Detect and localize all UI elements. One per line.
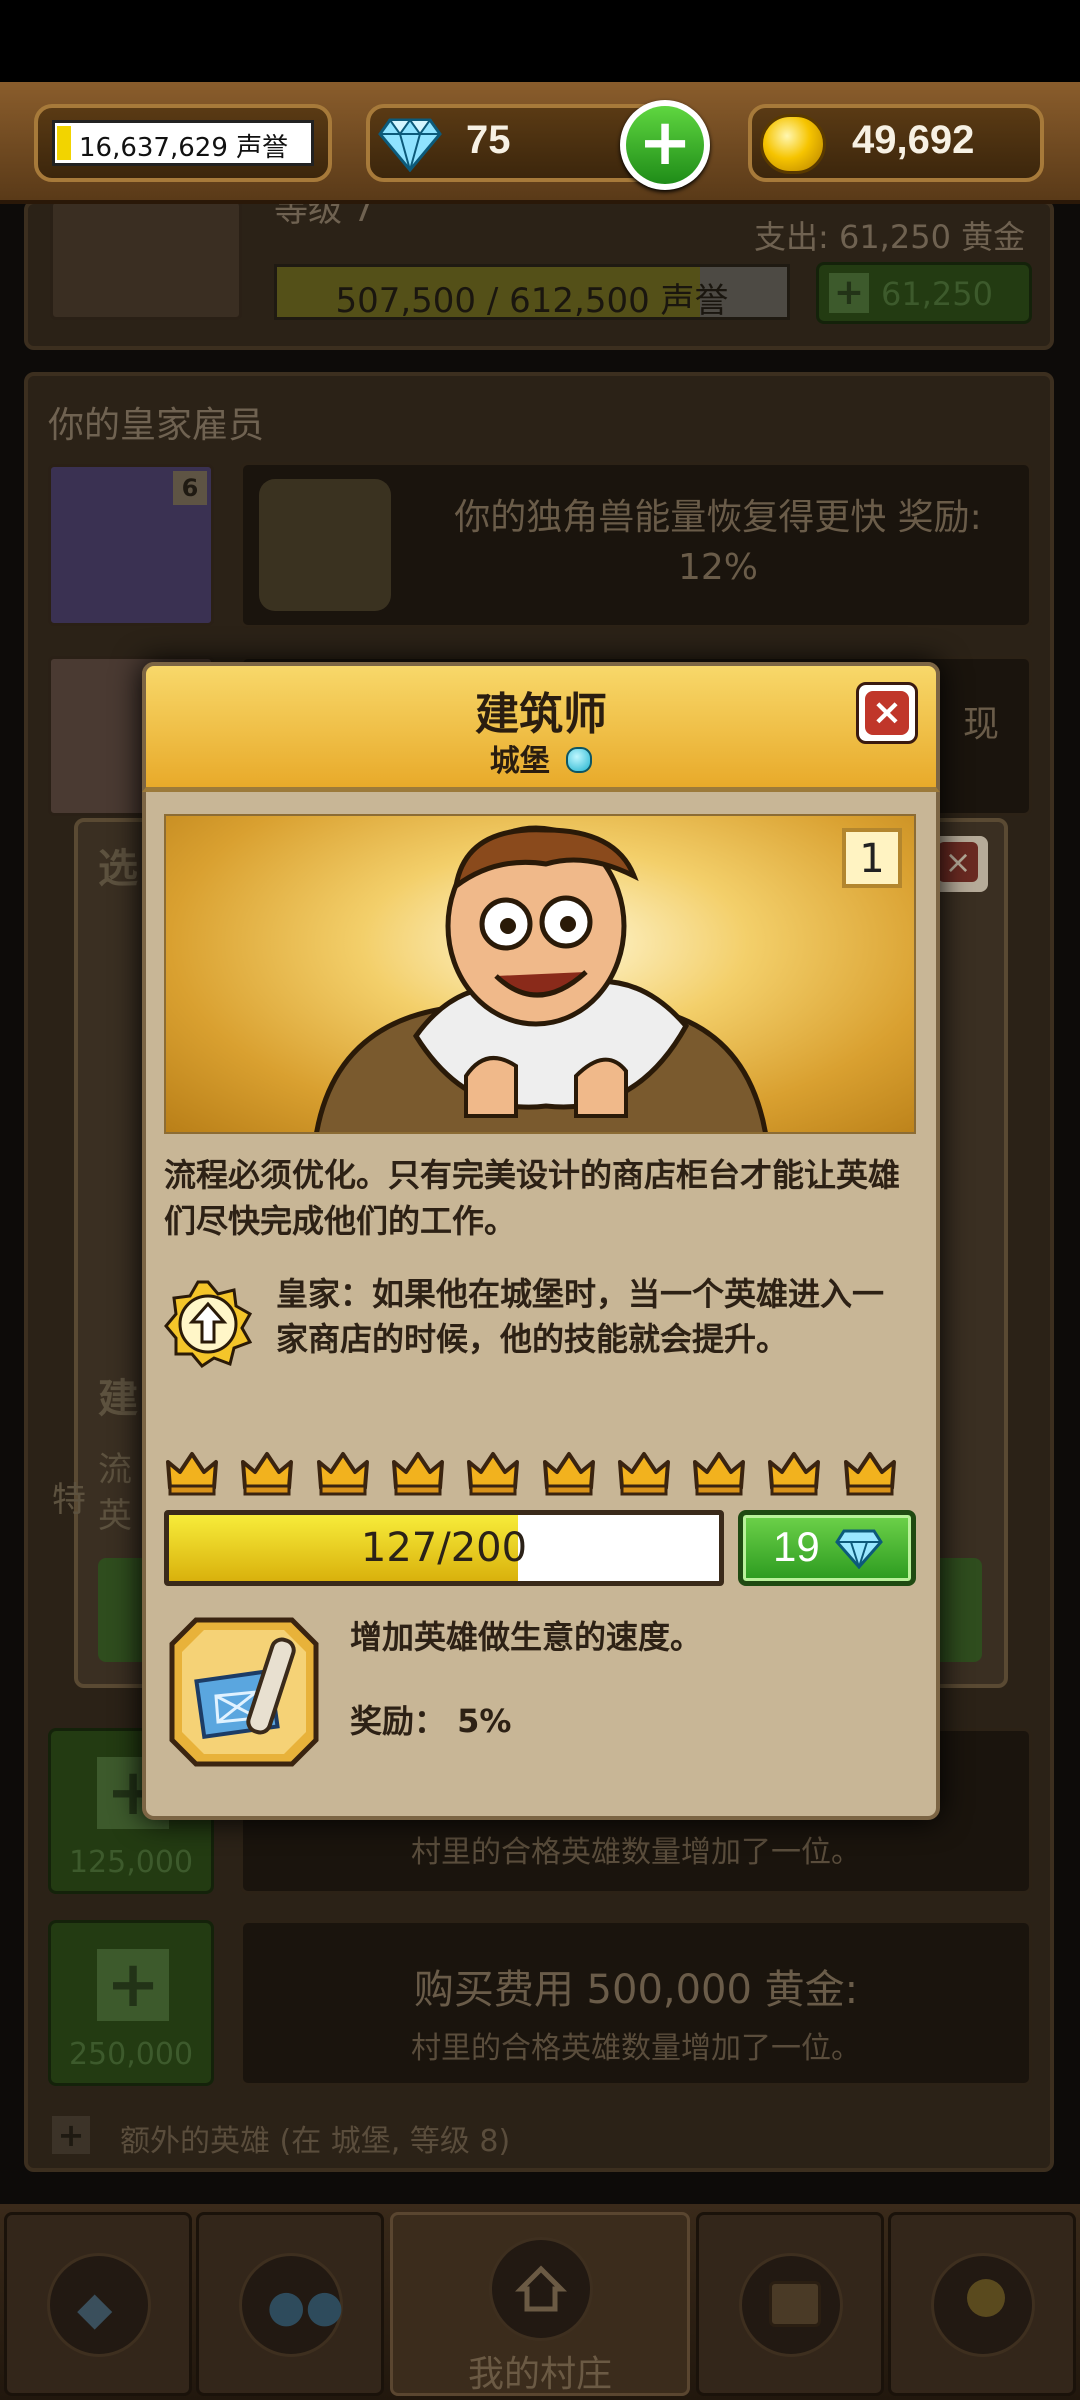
architect-character-illustration xyxy=(314,825,768,1132)
reputation-counter: 16,637,629 声誉 xyxy=(52,120,314,166)
diamond-icon xyxy=(835,1529,883,1569)
gold-value: 49,692 xyxy=(852,118,975,162)
expense-label: 支出: 61,250 黄金 xyxy=(754,218,1026,256)
blueprint-icon xyxy=(169,1617,319,1767)
unicorn-icon xyxy=(259,479,391,611)
secondary-popup-close[interactable]: × xyxy=(932,836,988,892)
employee-perk-1: 你的独角兽能量恢复得更快 奖励: 12% xyxy=(240,462,1032,628)
close-button[interactable]: × xyxy=(856,682,918,744)
extra-heroes-row[interactable]: + 额外的英雄 (在 城堡, 等级 8) xyxy=(48,2112,948,2162)
medal-icon xyxy=(967,2279,1005,2317)
plus-icon: + xyxy=(52,2116,90,2154)
crown-icon xyxy=(843,1452,896,1496)
architect-portrait xyxy=(164,814,916,1134)
employee-perk-text: 你的独角兽能量恢复得更快 奖励: 12% xyxy=(454,497,982,588)
slot-1-text: 村里的合格英雄数量增加了一位。 xyxy=(411,1835,861,1870)
buy-gems-button[interactable]: + xyxy=(620,100,710,190)
bg-fragment-4: 英 xyxy=(98,1496,132,1536)
nav-village-tab[interactable]: 我的村庄 xyxy=(390,2212,690,2396)
slot-2-cost: 250,000 xyxy=(68,2037,194,2072)
royal-employees-header: 你的皇家雇员 xyxy=(48,405,265,446)
employee-portrait-1[interactable]: 6 xyxy=(48,464,214,626)
reputation-fill xyxy=(57,126,71,160)
crown-icon xyxy=(391,1452,444,1496)
slot-2-info: 购买费用 500,000 黄金: 村里的合格英雄数量增加了一位。 xyxy=(240,1920,1032,2086)
bg-fragment-2: 建 xyxy=(98,1376,138,1422)
slot-2-buy-button[interactable]: + 250,000 xyxy=(48,1920,214,2086)
subtitle-text: 城堡 xyxy=(489,744,550,779)
reputation-progress-bar: 507,500 / 612,500 声誉 xyxy=(274,264,790,321)
crown-icon xyxy=(316,1452,369,1496)
royal-bonus-text: 皇家：如果他在城堡时，当一个英雄进入一家商店的时候，他的技能就会提升。 xyxy=(276,1275,885,1358)
nav-achievements-tab[interactable] xyxy=(888,2212,1076,2396)
slot-1-cost: 125,000 xyxy=(68,1845,194,1880)
plus-icon: + xyxy=(638,106,692,180)
nav-village-label: 我的村庄 xyxy=(467,2354,612,2395)
house-icon xyxy=(515,2265,567,2312)
diamond-icon xyxy=(378,118,442,172)
chest-icon xyxy=(769,2281,821,2327)
bg-fragment-3: 流 xyxy=(98,1450,132,1490)
crown-icon xyxy=(241,1452,294,1496)
nav-heroes-tab[interactable]: ●● xyxy=(196,2212,384,2396)
architect-description: 流程必须优化。只有完美设计的商店柜台才能让英雄们尽快完成他们的工作。 xyxy=(164,1156,901,1240)
castle-thumbnail xyxy=(50,200,242,320)
slot-2-text: 村里的合格英雄数量增加了一位。 xyxy=(411,2031,861,2066)
bg-fragment-5: 特 xyxy=(52,1480,86,1520)
extra-heroes-label: 额外的英雄 (在 城堡, 等级 8) xyxy=(120,2124,511,2159)
close-icon: × xyxy=(865,691,909,735)
plus-icon: + xyxy=(829,273,869,313)
plus-icon: + xyxy=(97,1949,169,2021)
crown-icon xyxy=(693,1452,746,1496)
bonus-value: 奖励： 5% xyxy=(350,1702,512,1740)
nav-gems-tab[interactable]: ◆ xyxy=(4,2212,192,2396)
bonus-description: 增加英雄做生意的速度。 xyxy=(350,1618,703,1656)
employee-perk-fragment: 现 xyxy=(962,704,999,745)
gem-cost: 19 xyxy=(773,1523,820,1570)
crown-icon xyxy=(542,1452,595,1496)
reputation-progress-text: 507,500 / 612,500 声誉 xyxy=(335,281,729,321)
location-dot-icon xyxy=(566,747,593,773)
royal-upgrade-icon xyxy=(164,1280,252,1368)
gold-coin-icon xyxy=(760,114,826,174)
instant-upgrade-gem-button[interactable]: 19 xyxy=(738,1510,916,1586)
dialog-subtitle: 城堡 xyxy=(142,736,940,780)
upgrade-building-button[interactable]: + 61,250 xyxy=(816,262,1032,324)
crown-icon xyxy=(768,1452,821,1496)
level-progress-bar: 127/200 xyxy=(164,1510,724,1586)
upgrade-cost: 61,250 xyxy=(881,275,993,313)
reputation-value: 16,637,629 声誉 xyxy=(79,133,289,163)
slot-2-title: 购买费用 500,000 黄金: xyxy=(413,1967,859,2013)
people-icon: ●● xyxy=(267,2281,344,2332)
crown-icon xyxy=(617,1452,670,1496)
nav-chest-tab[interactable] xyxy=(696,2212,884,2396)
status-bar-area xyxy=(0,0,1080,82)
bg-fragment-1: 选 xyxy=(98,846,138,892)
crown-icon xyxy=(467,1452,520,1496)
crown-icon xyxy=(166,1452,218,1496)
employee-level-badge: 6 xyxy=(173,471,207,505)
architect-level-badge: 1 xyxy=(842,828,902,888)
dialog-title: 建筑师 xyxy=(475,689,607,740)
gems-value: 75 xyxy=(466,118,511,162)
diamond-icon: ◆ xyxy=(77,2281,113,2335)
level-progress-text: 127/200 xyxy=(360,1525,528,1571)
